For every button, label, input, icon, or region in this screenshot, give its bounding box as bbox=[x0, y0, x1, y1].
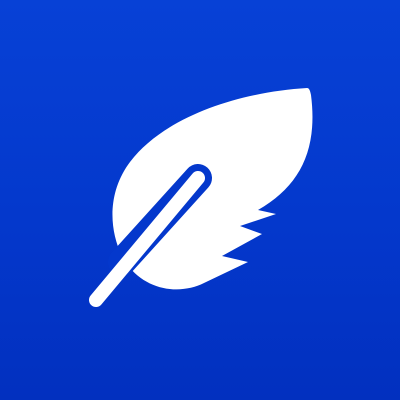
feather-icon bbox=[89, 88, 313, 307]
app-icon-background bbox=[0, 0, 400, 400]
